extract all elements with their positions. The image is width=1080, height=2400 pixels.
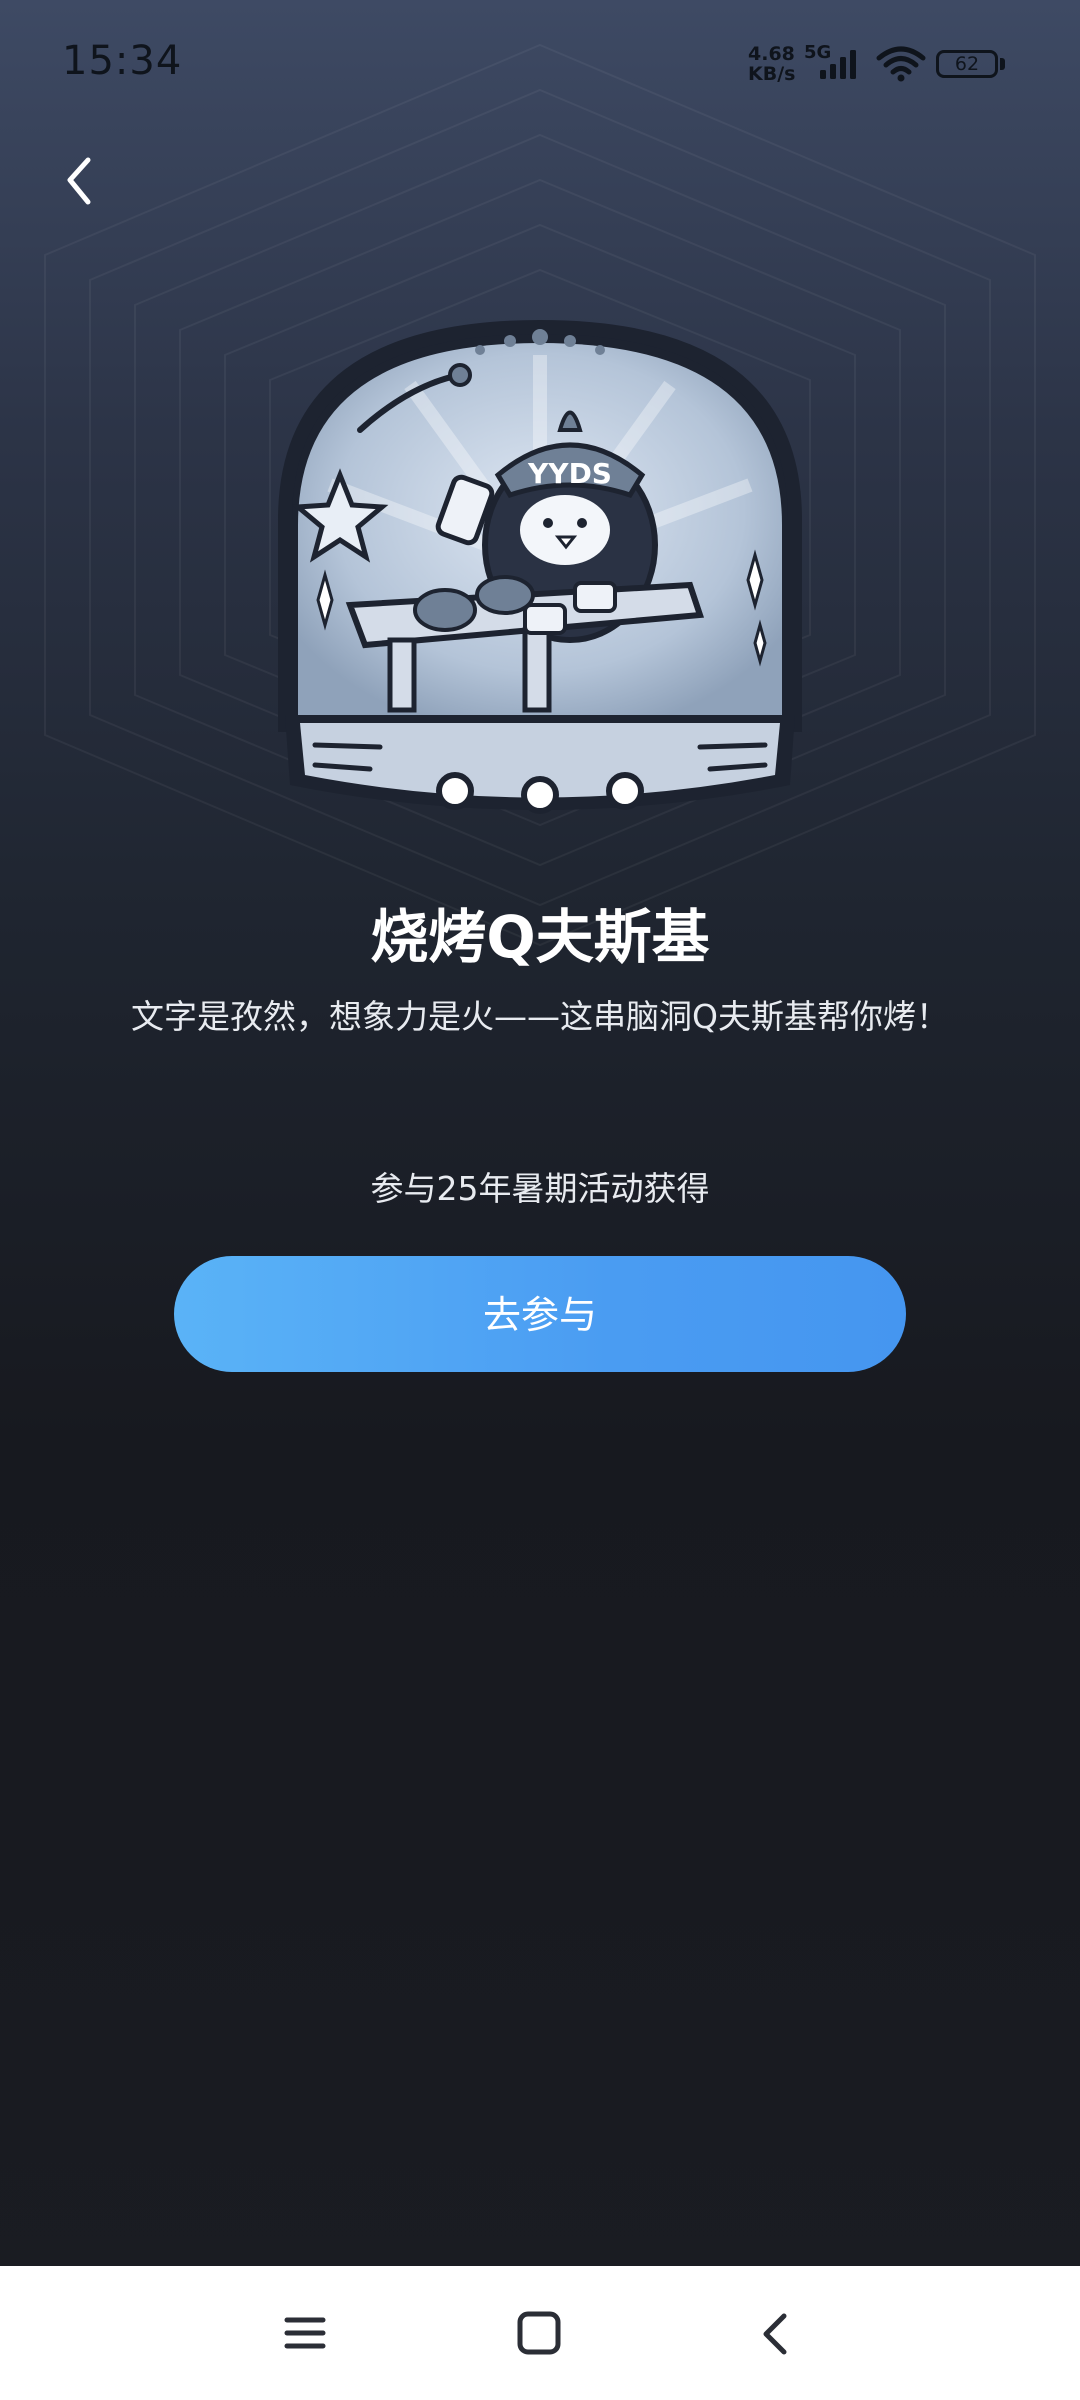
network-speed-unit: KB/s — [748, 63, 796, 85]
status-bar: 15:34 4.68 KB/s 5G 62 — [0, 0, 1080, 130]
snow-globe-penguin-bbq-badge: YYDS — [278, 319, 802, 814]
battery-tip — [1000, 58, 1005, 70]
chevron-left-icon — [67, 157, 91, 205]
network-speed: 4.68 KB/s — [748, 44, 806, 84]
status-time: 15:34 — [62, 38, 183, 84]
menu-icon[interactable] — [280, 2308, 330, 2358]
join-button[interactable]: 去参与 — [174, 1256, 906, 1372]
back-button[interactable] — [48, 140, 118, 220]
home-icon[interactable] — [512, 2306, 568, 2362]
source-description: 参与25年暑期活动获得 — [370, 1169, 710, 1208]
page-subtitle: 文字是孜然，想象力是火——这串脑洞Q夫斯基帮你烤！ — [131, 997, 949, 1036]
battery-icon: 62 — [936, 50, 998, 78]
hat-text: YYDS — [527, 457, 612, 490]
page-title: 烧烤Q夫斯基 — [370, 903, 710, 971]
wifi-icon — [876, 46, 926, 82]
system-navigation-bar — [0, 2266, 1080, 2400]
signal-icon — [820, 50, 856, 79]
back-icon[interactable] — [748, 2306, 804, 2362]
network-speed-value: 4.68 — [748, 43, 795, 65]
